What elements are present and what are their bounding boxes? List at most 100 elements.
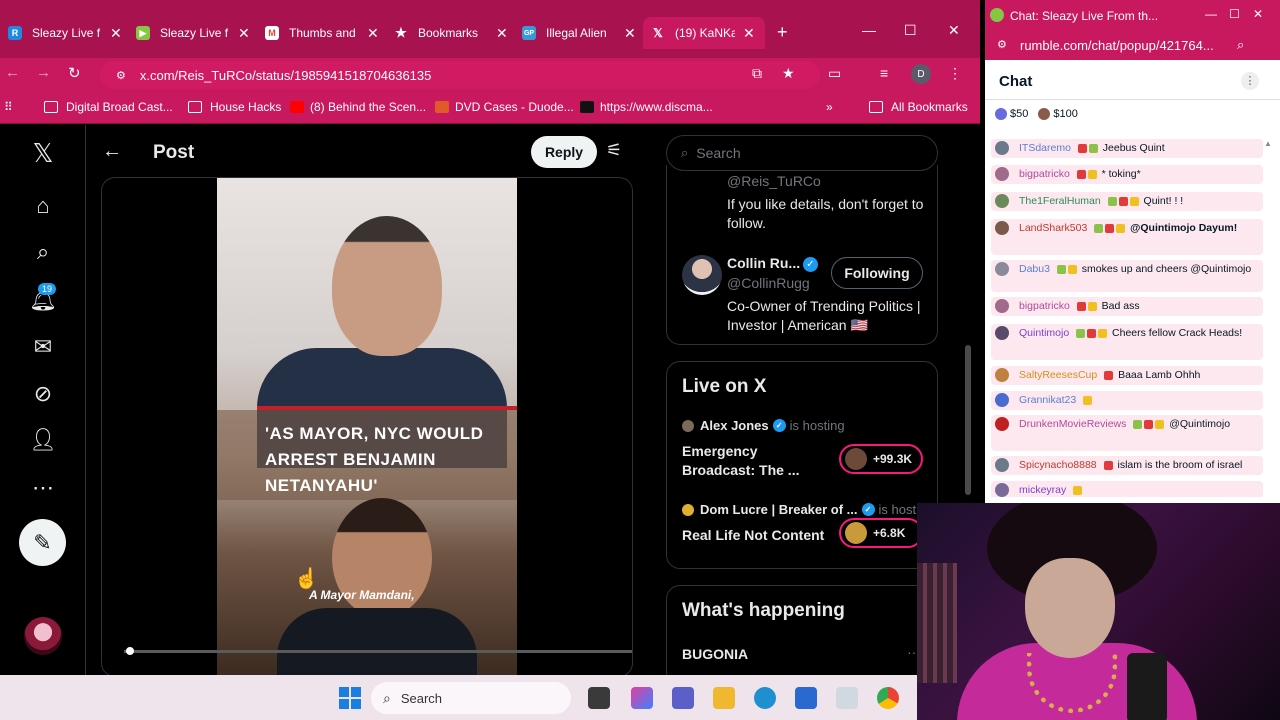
rant-badge[interactable]: $100	[1038, 108, 1078, 120]
teams-icon[interactable]	[672, 687, 694, 709]
account-avatar[interactable]	[24, 617, 62, 655]
chat-username[interactable]: SaltyReesesCup	[1019, 369, 1097, 381]
reply-button[interactable]: Reply	[531, 136, 597, 168]
forward-icon[interactable]: →	[36, 64, 51, 81]
close-icon[interactable]: ✕	[743, 25, 755, 42]
scrollbar-thumb[interactable]	[965, 345, 971, 495]
rant-amount: $50	[1010, 108, 1029, 120]
bookmark-star-icon[interactable]: ★	[782, 65, 795, 82]
window-close-icon[interactable]: ✕	[1253, 7, 1263, 21]
chat-username[interactable]: Dabu3	[1019, 263, 1050, 275]
back-icon[interactable]: ←	[5, 64, 20, 81]
app-icon[interactable]	[836, 687, 858, 709]
count-label: +99.3K	[873, 452, 913, 466]
chat-username[interactable]: bigpatricko	[1019, 168, 1070, 180]
scrollbar[interactable]	[963, 125, 973, 505]
taskbar-search[interactable]: ⌕ Search	[371, 682, 571, 714]
edge-icon[interactable]	[754, 687, 776, 709]
file-explorer-icon[interactable]	[713, 687, 735, 709]
tab-sleazy-live-1[interactable]: R Sleazy Live f ✕	[8, 18, 122, 48]
chat-menu-icon[interactable]: ⋮	[1241, 72, 1259, 90]
more-menu-icon[interactable]: ⋮	[948, 65, 962, 82]
media-controls-icon[interactable]: ≡	[880, 65, 888, 81]
task-view-icon[interactable]	[588, 687, 610, 709]
chat-username[interactable]: Grannikat23	[1019, 394, 1076, 406]
tab-illegal-alien[interactable]: GP Illegal Alien ✕	[522, 18, 636, 48]
minimize-icon[interactable]: —	[862, 22, 876, 38]
omnibox[interactable]: ⚙ x.com/Reis_TuRCo/status/19859415187046…	[100, 61, 820, 89]
chat-username[interactable]: Quintimojo	[1019, 327, 1069, 339]
tab-bookmarks[interactable]: ★ Bookmarks ✕	[394, 18, 508, 48]
listener-count[interactable]: +99.3K	[839, 444, 923, 474]
user-handle[interactable]: @Reis_TuRCo	[727, 173, 821, 189]
profile-avatar[interactable]: D	[911, 64, 931, 84]
new-tab-plus-icon[interactable]: +	[777, 22, 788, 43]
following-button[interactable]: Following	[831, 257, 923, 289]
chat-username[interactable]: bigpatricko	[1019, 300, 1070, 312]
chat-username[interactable]: mickeyray	[1019, 484, 1066, 496]
more-circle-icon[interactable]: ⋯	[28, 473, 58, 503]
grok-icon[interactable]: ⊘	[28, 379, 58, 409]
search-icon[interactable]: ⌕	[28, 237, 58, 267]
chat-username[interactable]: ITSdaremo	[1019, 142, 1071, 154]
profile-icon[interactable]: 👤︎	[28, 425, 58, 455]
listener-count[interactable]: +6.8K	[839, 518, 923, 548]
close-icon[interactable]: ✕	[238, 25, 250, 42]
home-icon[interactable]: ⌂	[28, 191, 58, 221]
bookmark-item[interactable]: (8) Behind the Scen...	[290, 100, 426, 114]
back-arrow-icon[interactable]: ←	[102, 140, 122, 163]
reading-list-icon[interactable]: ▭	[828, 65, 841, 82]
host-name: Alex Jones	[700, 418, 769, 433]
live-host[interactable]: Alex Jones ✓ is hosting	[682, 418, 845, 433]
tab-sleazy-live-2[interactable]: ▶ Sleazy Live f ✕	[136, 18, 250, 48]
chrome-icon[interactable]	[877, 687, 899, 709]
user-name[interactable]: Collin Ru...	[727, 255, 800, 271]
maximize-icon[interactable]: ☐	[904, 22, 917, 39]
video-player[interactable]: 'AS MAYOR, NYC WOULD ARREST BENJAMIN NET…	[101, 177, 633, 675]
close-icon[interactable]: ✕	[624, 25, 636, 42]
close-icon[interactable]: ✕	[110, 25, 122, 42]
live-host[interactable]: Dom Lucre | Breaker of ... ✓ is hosting	[682, 502, 933, 517]
all-bookmarks[interactable]: All Bookmarks	[869, 100, 968, 114]
tab-x-active[interactable]: 𝕏 (19) KaNKa ✕	[643, 17, 765, 49]
chat-username[interactable]: Spicynacho8888	[1019, 459, 1097, 471]
bookmark-item[interactable]: https://www.discma...	[580, 100, 713, 114]
close-icon[interactable]: ✕	[367, 25, 379, 42]
live-stream-title[interactable]: Real Life Not Content	[682, 526, 842, 545]
trend-item[interactable]: BUGONIA	[682, 646, 748, 662]
chat-scrollbar[interactable]: ▲	[1263, 137, 1273, 497]
chat-username[interactable]: LandShark503	[1019, 222, 1087, 234]
bookmark-item[interactable]: DVD Cases - Duode...	[435, 100, 574, 114]
chat-username[interactable]: The1FeralHuman	[1019, 195, 1101, 207]
video-scrubber[interactable]	[126, 647, 134, 655]
sliders-icon[interactable]: ⚟	[606, 140, 622, 161]
copilot-icon[interactable]	[631, 687, 653, 709]
tab-gmail[interactable]: M Thumbs and ✕	[265, 18, 379, 48]
avatar	[1038, 108, 1051, 120]
close-icon[interactable]: ✕	[496, 25, 508, 42]
zoom-icon[interactable]: ⌕	[1237, 37, 1244, 53]
minimize-icon[interactable]: —	[1205, 7, 1217, 21]
reload-icon[interactable]: ↻	[68, 64, 81, 82]
avatar[interactable]	[682, 255, 722, 295]
live-stream-title[interactable]: Emergency Broadcast: The ...	[682, 442, 822, 480]
window-close-icon[interactable]: ✕	[948, 22, 960, 39]
site-info-icon[interactable]: ⚙	[116, 69, 126, 82]
compose-post-button[interactable]: ✎	[19, 519, 66, 566]
video-progress-bar[interactable]	[124, 650, 632, 653]
rant-badge[interactable]: $50	[995, 108, 1028, 120]
user-handle[interactable]: @CollinRugg	[727, 275, 810, 291]
windows-start-icon[interactable]	[339, 687, 361, 709]
apps-grid-icon[interactable]: ⠿	[4, 100, 13, 114]
bookmark-folder[interactable]: House Hacks	[188, 100, 281, 114]
maximize-icon[interactable]: ☐	[1229, 7, 1240, 21]
install-app-icon[interactable]: ⧉	[752, 65, 762, 82]
bookmark-folder[interactable]: Digital Broad Cast...	[44, 100, 173, 114]
site-info-icon[interactable]: ⚙	[997, 38, 1007, 51]
scroll-up-icon[interactable]: ▲	[1264, 139, 1272, 148]
bookmarks-overflow-icon[interactable]: »	[826, 100, 833, 114]
mail-icon[interactable]: ✉	[28, 332, 58, 362]
store-icon[interactable]	[795, 687, 817, 709]
chat-username[interactable]: DrunkenMovieReviews	[1019, 418, 1126, 430]
x-logo-icon[interactable]: 𝕏	[28, 138, 58, 168]
